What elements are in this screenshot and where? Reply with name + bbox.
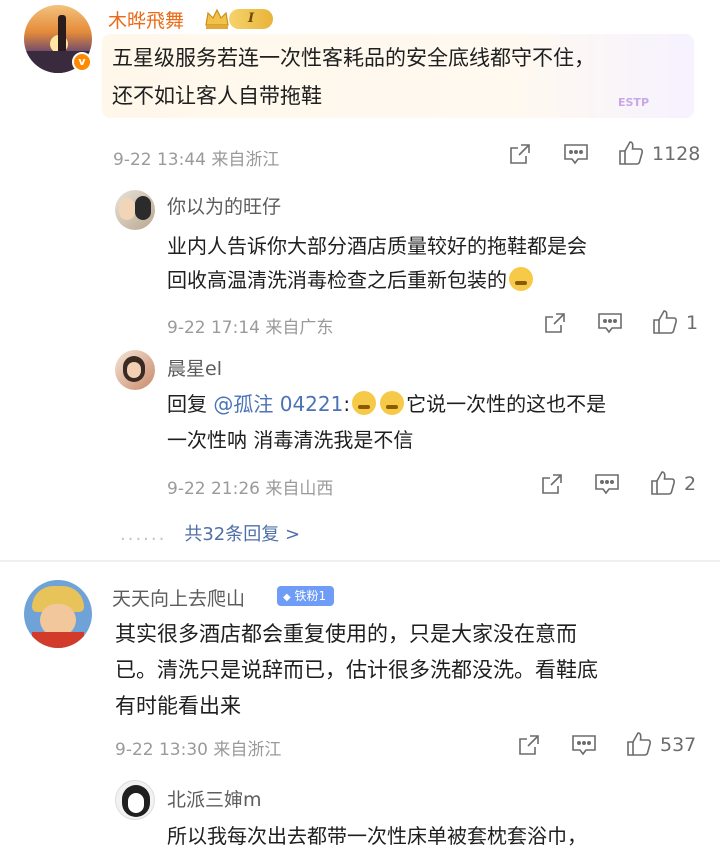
- comment-text-line: 有时能看出来: [115, 694, 241, 718]
- avatar[interactable]: [24, 580, 92, 648]
- reply-meta: 9-22 21:26 来自山西: [167, 479, 334, 499]
- commenter-name[interactable]: 天天向上去爬山: [112, 584, 245, 611]
- like-count: 1128: [652, 143, 701, 165]
- avatar[interactable]: [115, 190, 155, 230]
- reply-text-line: 一次性呐 消毒清洗我是不信: [167, 428, 414, 452]
- reply-text-line: 业内人告诉你大部分酒店质量较好的拖鞋都是会: [167, 234, 587, 258]
- reply-name[interactable]: 你以为的旺仔: [167, 192, 281, 219]
- reply-meta: 9-22 17:14 来自广东: [167, 318, 334, 338]
- comment-icon[interactable]: [594, 472, 620, 496]
- like-icon[interactable]: [649, 469, 677, 497]
- avatar[interactable]: [115, 780, 155, 820]
- crown-icon: [205, 8, 229, 29]
- like-icon[interactable]: [651, 308, 679, 336]
- comment-meta: 9-22 13:44 来自浙江: [113, 150, 280, 170]
- estp-sticker: ESTP: [618, 96, 650, 109]
- laugh-cry-emoji-icon: [380, 391, 405, 415]
- comment-text-line: 已。清洗只是说辞而已，估计很多洗都没洗。看鞋底: [115, 658, 598, 682]
- share-icon[interactable]: [517, 733, 541, 757]
- mention-link[interactable]: @孤注 04221: [213, 392, 343, 416]
- share-icon[interactable]: [508, 142, 532, 166]
- comment-icon[interactable]: [563, 142, 589, 166]
- verified-badge: v: [72, 52, 92, 72]
- share-icon[interactable]: [540, 472, 564, 496]
- comment-text-line: 还不如让客人自带拖鞋: [112, 84, 322, 108]
- like-count: 2: [684, 473, 697, 495]
- reply-name[interactable]: 北派三婶m: [167, 785, 262, 812]
- share-icon[interactable]: [543, 311, 567, 335]
- level-badge[interactable]: I: [229, 9, 273, 29]
- divider: [0, 560, 720, 562]
- diamond-icon: ◆: [283, 592, 291, 603]
- comment-icon[interactable]: [571, 733, 597, 757]
- awkward-emoji-icon: [509, 267, 533, 291]
- like-icon[interactable]: [625, 730, 653, 758]
- comment-icon[interactable]: [597, 311, 623, 335]
- reply-text-line: 回复 @孤注 04221: 它说一次性的这也不是: [167, 391, 607, 416]
- laugh-cry-emoji-icon: [352, 391, 377, 415]
- like-count: 1: [686, 312, 699, 334]
- comment-text-line: 其实很多酒店都会重复使用的，只是大家没在意而: [115, 622, 577, 646]
- like-icon[interactable]: [617, 139, 645, 167]
- reply-text-line: 回收高温清洗消毒检查之后重新包装的: [167, 262, 535, 298]
- reply-name[interactable]: 晨星el: [167, 354, 222, 381]
- comment-text-line: 五星级服务若连一次性客耗品的安全底线都守不住，: [112, 46, 595, 70]
- commenter-name[interactable]: 木晔飛舞: [108, 6, 184, 33]
- reply-text-line: 所以我每次出去都带一次性床单被套枕套浴巾，: [167, 824, 587, 848]
- view-more-replies-link[interactable]: ...... 共32条回复 >: [120, 520, 300, 546]
- avatar[interactable]: [115, 350, 155, 390]
- fan-badge[interactable]: ◆ 铁粉1: [277, 586, 335, 606]
- like-count: 537: [660, 734, 697, 756]
- comment-meta: 9-22 13:30 来自浙江: [115, 740, 282, 760]
